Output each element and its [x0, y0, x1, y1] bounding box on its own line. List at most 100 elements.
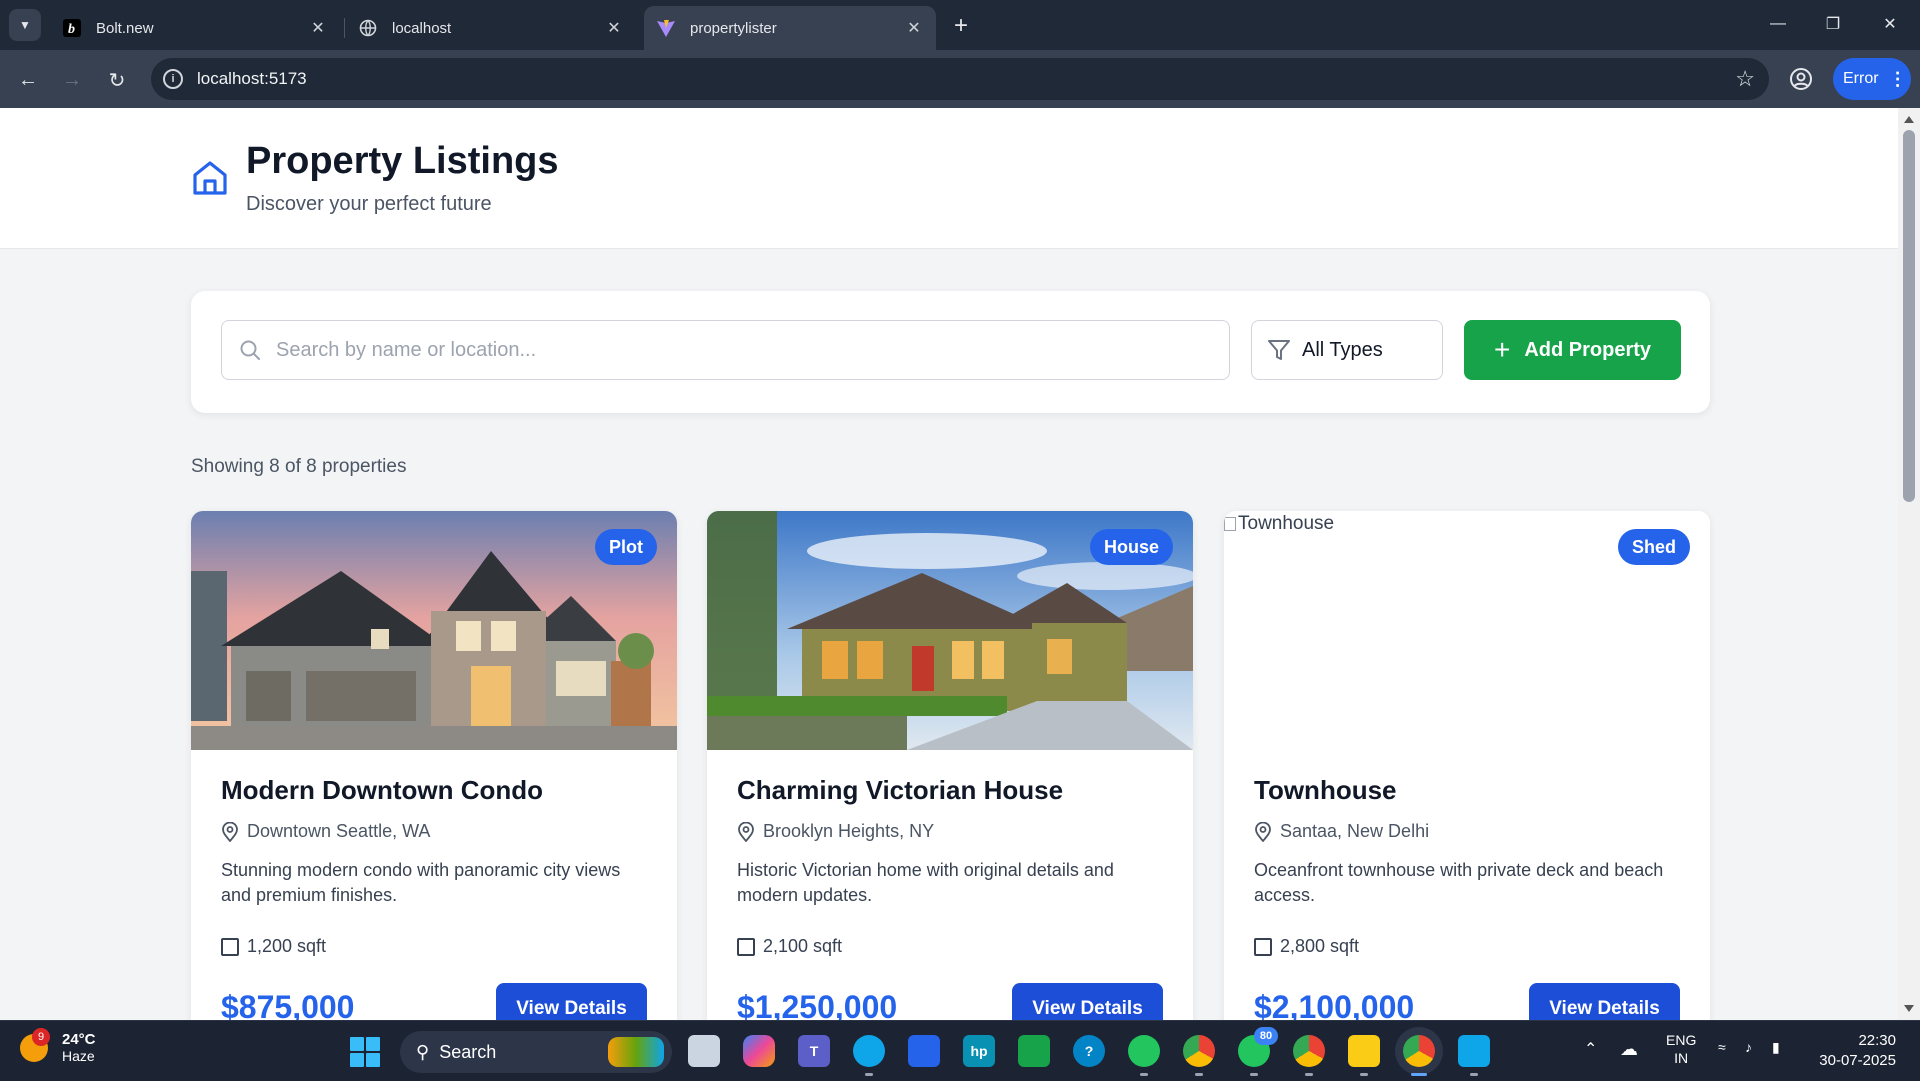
tab-title: propertylister	[690, 19, 777, 37]
close-tab-icon[interactable]: ✕	[602, 16, 626, 40]
running-indicator	[1360, 1073, 1368, 1076]
scrollbar-thumb[interactable]	[1903, 130, 1915, 502]
bookmark-star-icon[interactable]: ☆	[1735, 66, 1755, 92]
chrome-profile-icon[interactable]	[1183, 1035, 1215, 1076]
area-text: 2,800 sqft	[1280, 936, 1360, 956]
chrome-active-icon[interactable]	[1403, 1035, 1435, 1076]
page-scrollbar[interactable]	[1898, 108, 1920, 1020]
search-field[interactable]	[221, 320, 1230, 380]
battery-icon[interactable]: ▮	[1772, 1039, 1780, 1056]
property-description: Stunning modern condo with panoramic cit…	[221, 860, 621, 905]
property-description: Historic Victorian home with original de…	[737, 860, 1114, 905]
property-price: $2,100,000	[1254, 989, 1415, 1020]
system-clock[interactable]: 22:30 30-07-2025	[1812, 1031, 1896, 1071]
spotify-icon[interactable]	[1128, 1035, 1160, 1076]
area-text: 1,200 sqft	[247, 936, 327, 956]
language-indicator[interactable]: ENG IN	[1666, 1031, 1696, 1067]
url-text[interactable]: localhost:5173	[197, 69, 1735, 89]
site-info-icon[interactable]: i	[163, 69, 183, 89]
property-description: Oceanfront townhouse with private deck a…	[1254, 860, 1664, 905]
add-property-label: Add Property	[1524, 338, 1652, 361]
taskbar-search-label: Search	[439, 1041, 497, 1062]
scroll-up-arrow-icon[interactable]	[1904, 116, 1914, 123]
whatsapp-icon[interactable]: 80	[1238, 1027, 1278, 1076]
running-indicator	[1250, 1073, 1258, 1076]
restore-icon[interactable]: ❐	[1813, 8, 1853, 40]
close-window-icon[interactable]: ✕	[1870, 8, 1910, 40]
browser-tab-bar: ▼ b Bolt.new ✕ localhost ✕ propertyliste…	[0, 0, 1920, 50]
view-details-button[interactable]: View Details	[1012, 983, 1163, 1020]
property-card[interactable]: Townhouse Shed Townhouse Santaa, New Del…	[1224, 511, 1710, 1020]
weather-badge: 9	[32, 1027, 50, 1046]
minimize-icon[interactable]: —	[1758, 8, 1798, 40]
search-input[interactable]	[274, 337, 1229, 363]
address-bar[interactable]: i localhost:5173 ☆	[151, 58, 1769, 100]
task-view-icon[interactable]	[688, 1035, 720, 1067]
store-icon[interactable]	[908, 1035, 940, 1067]
property-area: 2,100 sqft	[737, 936, 842, 957]
property-price: $1,250,000	[737, 989, 898, 1020]
onedrive-cloud-icon[interactable]: ☁	[1620, 1039, 1638, 1060]
broken-image-alt: Townhouse	[1224, 513, 1334, 535]
menu-kebab-icon[interactable]: ⋮	[1889, 69, 1907, 90]
property-card[interactable]: House Charming Victorian House Brooklyn …	[707, 511, 1193, 1020]
clock-date: 30-07-2025	[1819, 1052, 1896, 1069]
tab-separator	[344, 18, 345, 38]
tab-propertylister[interactable]: propertylister ✕	[644, 6, 936, 50]
view-details-button[interactable]: View Details	[496, 983, 647, 1020]
property-name: Charming Victorian House	[737, 775, 1064, 805]
wifi-icon[interactable]: ≈	[1718, 1039, 1726, 1055]
weather-temp: 24°C	[62, 1031, 96, 1048]
view-details-button[interactable]: View Details	[1529, 983, 1680, 1020]
add-property-button[interactable]: + Add Property	[1464, 320, 1681, 380]
classroom-icon[interactable]	[1018, 1035, 1050, 1067]
back-arrow-icon[interactable]: ←	[12, 64, 44, 96]
weather-widget[interactable]: 9 24°C Haze	[20, 1027, 96, 1064]
globe-icon	[358, 18, 378, 38]
new-tab-icon[interactable]: +	[947, 12, 975, 40]
running-indicator	[1195, 1073, 1203, 1076]
property-price: $875,000	[221, 989, 355, 1020]
location-text: Santaa, New Delhi	[1280, 821, 1430, 841]
plus-icon: +	[1493, 334, 1511, 365]
property-type-badge: Shed	[1617, 529, 1690, 565]
copilot-icon[interactable]	[743, 1035, 775, 1067]
vscode-icon[interactable]	[1458, 1035, 1490, 1076]
page-title: Property Listings	[246, 140, 559, 182]
reload-icon[interactable]: ↻	[101, 64, 133, 96]
area-square-icon	[1254, 937, 1272, 956]
language-bottom: IN	[1674, 1050, 1689, 1066]
location-text: Downtown Seattle, WA	[247, 821, 431, 841]
close-tab-icon[interactable]: ✕	[902, 16, 926, 40]
area-square-icon	[221, 937, 239, 956]
windows-taskbar: 9 24°C Haze ⚲ Search T hp ? 80 ⌃ ☁ ENG I…	[0, 1020, 1920, 1081]
taskbar-search[interactable]: ⚲ Search	[400, 1031, 672, 1073]
chrome-icon[interactable]	[1293, 1035, 1325, 1076]
browser-error-button[interactable]: Error ⋮	[1833, 58, 1911, 100]
svg-text:b: b	[68, 22, 75, 37]
property-area: 1,200 sqft	[221, 936, 326, 957]
type-filter-select[interactable]: All Types	[1251, 320, 1443, 380]
teams-icon[interactable]: T	[798, 1035, 830, 1067]
hp-app-icon[interactable]: hp	[963, 1035, 995, 1067]
forward-arrow-icon[interactable]: →	[56, 64, 88, 96]
search-icon: ⚲	[416, 1041, 430, 1062]
edge-icon[interactable]	[853, 1035, 885, 1076]
tray-chevron-icon[interactable]: ⌃	[1584, 1039, 1597, 1059]
volume-icon[interactable]: ♪	[1745, 1039, 1752, 1055]
tab-search-button[interactable]: ▼	[9, 9, 41, 41]
help-icon[interactable]: ?	[1073, 1035, 1105, 1067]
windows-start-icon[interactable]	[350, 1037, 380, 1067]
weather-sun-icon: 9	[20, 1027, 50, 1062]
tab-bolt[interactable]: b Bolt.new ✕	[50, 6, 340, 50]
running-indicator	[1470, 1073, 1478, 1076]
file-explorer-icon[interactable]	[1348, 1035, 1380, 1076]
profile-icon[interactable]	[1786, 64, 1816, 94]
scroll-down-arrow-icon[interactable]	[1904, 1005, 1914, 1012]
map-pin-icon	[738, 821, 754, 842]
property-card[interactable]: Plot Modern Downtown Condo Downtown Seat…	[191, 511, 677, 1020]
tab-localhost[interactable]: localhost ✕	[346, 6, 636, 50]
close-tab-icon[interactable]: ✕	[306, 16, 330, 40]
error-label: Error	[1843, 70, 1879, 87]
running-indicator	[1140, 1073, 1148, 1076]
